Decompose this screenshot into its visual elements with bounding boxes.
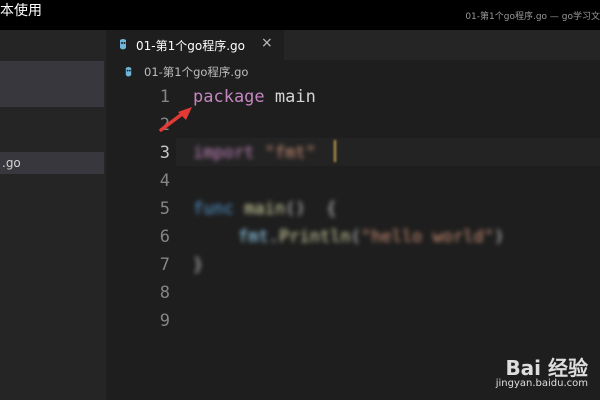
punctuation-token: . bbox=[268, 227, 279, 247]
breadcrumb-file[interactable]: 01-第1个go程序.go bbox=[144, 64, 248, 80]
code-line-7: } bbox=[193, 255, 203, 275]
line-number: 8 bbox=[159, 283, 170, 303]
line-number-active: 3 bbox=[159, 143, 170, 163]
identifier-token: main bbox=[264, 87, 316, 107]
function-token: main bbox=[233, 199, 286, 219]
text-cursor bbox=[334, 140, 336, 162]
code-line-1: package main bbox=[193, 87, 316, 107]
line-number: 6 bbox=[159, 227, 170, 247]
function-token: Println bbox=[278, 227, 351, 247]
identifier-token: fmt bbox=[238, 227, 269, 247]
string-token: "fmt" bbox=[254, 143, 316, 163]
watermark-brand: Bai 经验 bbox=[505, 356, 588, 380]
line-number: 7 bbox=[159, 255, 170, 275]
punctuation-token: } bbox=[193, 255, 204, 275]
punctuation-token: ( bbox=[350, 227, 361, 247]
keyword-token: package bbox=[193, 87, 265, 107]
tab-go-file[interactable]: 01-第1个go程序.go × bbox=[106, 30, 284, 60]
go-file-icon bbox=[125, 67, 132, 77]
keyword-token: func bbox=[193, 199, 234, 219]
keyword-token: import bbox=[193, 143, 255, 163]
code-line-3: import "fmt" bbox=[193, 143, 316, 163]
line-number: 9 bbox=[159, 311, 170, 331]
code-line-5: func main() { bbox=[193, 199, 336, 219]
baidu-jingyan-watermark: Bai 经验 jingyan.baidu.com bbox=[438, 352, 588, 394]
window-title-left: 本使用 bbox=[0, 3, 42, 19]
breadcrumb: 01-第1个go程序.go bbox=[106, 60, 600, 84]
annotation-arrow bbox=[159, 107, 192, 132]
punctuation-token: () { bbox=[285, 199, 337, 219]
watermark-url: jingyan.baidu.com bbox=[495, 378, 588, 389]
close-icon[interactable]: × bbox=[261, 35, 273, 51]
window-title-right: 01-第1个go程序.go — go学习文 bbox=[465, 12, 600, 22]
explorer-sidebar: .go bbox=[0, 30, 106, 400]
title-bar: 本使用 01-第1个go程序.go — go学习文 bbox=[0, 0, 600, 30]
code-line-6: fmt.Println("hello world") bbox=[238, 227, 504, 247]
sidebar-file-item[interactable]: .go bbox=[0, 152, 104, 174]
tab-label: 01-第1个go程序.go bbox=[136, 39, 245, 53]
go-file-icon bbox=[120, 39, 126, 50]
line-number: 4 bbox=[159, 171, 170, 191]
sidebar-highlight[interactable] bbox=[0, 61, 104, 107]
punctuation-token: ) bbox=[493, 227, 505, 247]
tab-bar: 01-第1个go程序.go × bbox=[106, 30, 600, 60]
line-number: 5 bbox=[159, 199, 170, 219]
string-token: "hello world" bbox=[360, 227, 494, 247]
